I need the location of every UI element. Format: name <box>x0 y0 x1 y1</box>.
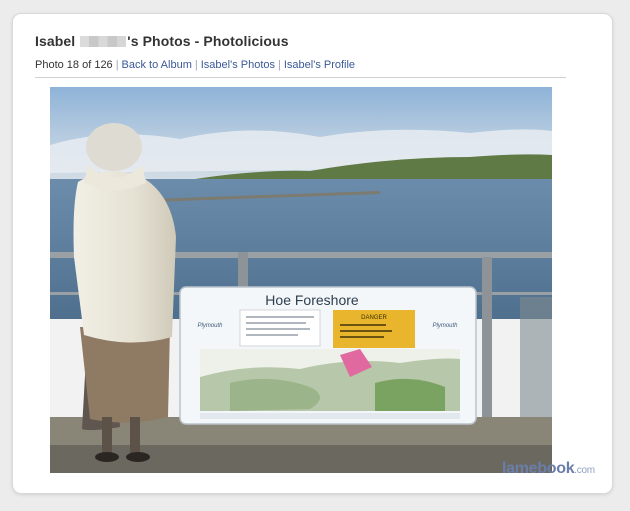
back-to-album-link[interactable]: Back to Album <box>122 59 192 71</box>
owner-photos-link[interactable]: Isabel's Photos <box>201 59 275 71</box>
title-rest: 's Photos - Photolicious <box>127 33 289 49</box>
page-title: Isabel 's Photos - Photolicious <box>35 33 289 49</box>
title-owner-name: Isabel <box>35 33 76 49</box>
photo-page-card: Isabel 's Photos - Photolicious Photo 18… <box>13 14 612 493</box>
danger-label: DANGER <box>361 315 387 321</box>
photo-frame: Hoe Foreshore DANGER Plymouth Plymouth <box>50 87 552 473</box>
photo-nav: Photo 18 of 126 | Back to Album | Isabel's P… <box>35 59 355 71</box>
city-crest-left: Plymouth <box>197 323 223 329</box>
watermark: lamebook.com <box>502 460 595 478</box>
separator: | <box>194 59 198 71</box>
promenade <box>50 445 552 473</box>
photo-image[interactable]: Hoe Foreshore DANGER Plymouth Plymouth <box>50 87 552 473</box>
separator: | <box>115 59 119 71</box>
divider <box>35 77 566 78</box>
watermark-domain: .com <box>574 465 595 476</box>
redacted-surname <box>80 36 127 47</box>
owner-profile-link[interactable]: Isabel's Profile <box>284 59 355 71</box>
city-crest-right: Plymouth <box>432 323 458 329</box>
sign-title: Hoe Foreshore <box>265 292 359 308</box>
watermark-brand: lamebook <box>502 460 575 477</box>
photo-counter: Photo 18 of 126 <box>35 59 113 71</box>
separator: | <box>278 59 281 71</box>
foreshore-sign: Hoe Foreshore DANGER Plymouth Plymouth <box>179 286 477 425</box>
